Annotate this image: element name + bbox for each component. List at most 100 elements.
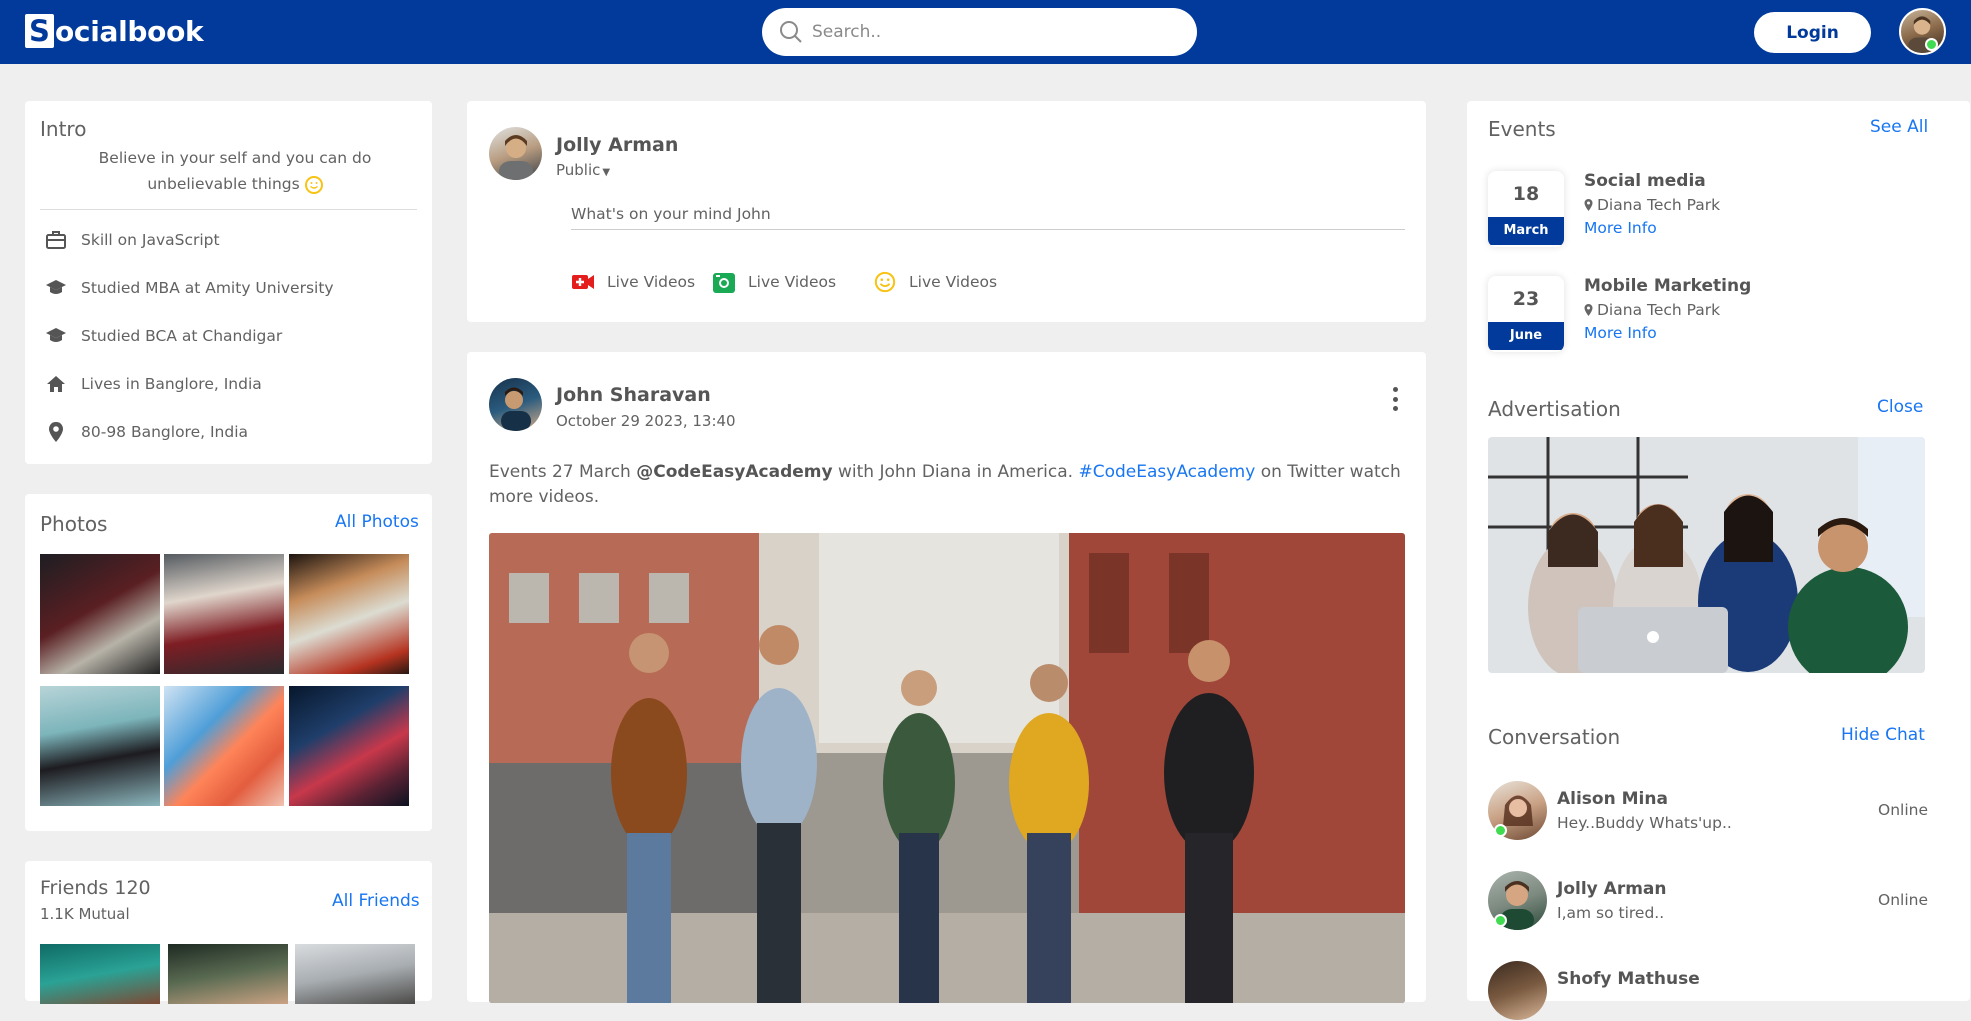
intro-bio-text: Believe in your self and you can do unbe… [98,149,372,193]
photo-thumbnail[interactable] [289,554,409,674]
online-status-dot [1494,914,1507,927]
composer-avatar[interactable] [489,127,542,180]
briefcase-icon [46,231,66,249]
event-location: Diana Tech Park [1584,196,1720,214]
friends-card: Friends 120 1.1K Mutual All Friends [25,861,432,1004]
photos-card: Photos All Photos [25,494,432,831]
online-status-dot [1925,38,1938,51]
hide-chat-link[interactable]: Hide Chat [1841,725,1925,745]
post-author-name[interactable]: John Sharavan [556,384,711,406]
action-label: Live Videos [607,273,696,291]
photos-title: Photos [40,512,108,536]
post-image[interactable] [489,533,1405,1003]
post-options-menu-icon[interactable] [1385,384,1405,414]
post-author-avatar[interactable] [489,378,542,431]
chat-last-message: Hey..Buddy Whats'up.. [1557,814,1732,832]
composer-action-photo[interactable]: Live Videos [712,271,836,293]
event-day: 23 [1512,288,1540,310]
friends-title: Friends 120 [40,877,151,899]
friend-thumbnail[interactable] [40,944,160,1004]
chat-name: Alison Mina [1557,789,1668,809]
graduation-cap-icon [46,328,66,342]
chat-name: Shofy Mathuse [1557,969,1700,989]
location-pin-icon [49,422,63,442]
divider [40,209,417,210]
intro-item-address: 80-98 Banglore, India [45,420,248,444]
intro-title: Intro [40,117,87,141]
privacy-label: Public [556,161,601,179]
user-avatar[interactable] [1899,8,1946,55]
photo-thumbnail[interactable] [40,686,160,806]
chat-avatar [1488,961,1547,1020]
post-text-part: with John Diana in America. [832,462,1079,482]
feed-post: John Sharavan October 29 2023, 13:40 Eve… [467,352,1426,1003]
search-input[interactable] [812,22,1172,42]
action-label: Live Videos [748,273,837,291]
friend-thumbnail[interactable] [168,944,288,1004]
all-photos-link[interactable]: All Photos [335,512,419,532]
intro-item-lives: Lives in Banglore, India [45,372,262,396]
live-video-icon [572,275,594,289]
chat-item[interactable]: Jolly Arman I,am so tired.. Online [1488,871,1928,931]
right-sidebar: Events See All 18 March Social media Dia… [1467,101,1970,1020]
action-label: Live Videos [909,273,998,291]
event-day: 18 [1512,183,1540,205]
friend-thumbnail[interactable] [295,944,415,1004]
intro-item-text: Studied BCA at Chandigar [81,327,283,345]
photo-thumbnail[interactable] [289,686,409,806]
event-title[interactable]: Social media [1584,171,1706,191]
event-more-info-link[interactable]: More Info [1584,324,1657,342]
logo-text: ocialbook [55,14,204,48]
intro-item-text: Skill on JavaScript [81,231,220,249]
search-box[interactable] [762,8,1197,56]
post-text-input[interactable] [571,198,1405,230]
chat-name: Jolly Arman [1557,879,1667,899]
friends-mutual-count: 1.1K Mutual [40,905,130,923]
intro-item-mba: Studied MBA at Amity University [45,276,334,300]
photo-thumbnail[interactable] [164,554,284,674]
chat-item[interactable]: Shofy Mathuse [1488,961,1928,1021]
advertisement-image[interactable] [1488,437,1925,673]
event-title[interactable]: Mobile Marketing [1584,276,1751,296]
photo-thumbnail[interactable] [164,686,284,806]
search-icon [780,21,802,43]
camera-icon [713,273,735,293]
event-location-text: Diana Tech Park [1597,196,1721,214]
login-button[interactable]: Login [1754,12,1871,53]
intro-item-text: Lives in Banglore, India [81,375,262,393]
event-month: June [1488,322,1564,350]
logo[interactable]: S ocialbook [25,13,204,49]
advertisation-title: Advertisation [1488,397,1621,421]
composer-action-live-video[interactable]: Live Videos [571,271,695,293]
post-hashtag[interactable]: #CodeEasyAcademy [1078,462,1255,482]
location-pin-icon [1584,304,1593,316]
event-location: Diana Tech Park [1584,301,1720,319]
intro-item-text: Studied MBA at Amity University [81,279,334,297]
all-friends-link[interactable]: All Friends [332,891,420,911]
events-title: Events [1488,117,1556,141]
post-timestamp: October 29 2023, 13:40 [556,412,736,430]
chat-status: Online [1878,891,1928,909]
graduation-cap-icon [46,280,66,294]
intro-item-bca: Studied BCA at Chandigar [45,324,282,348]
composer-user-name: Jolly Arman [556,134,679,156]
chat-status: Online [1878,801,1928,819]
home-icon [47,376,65,392]
chat-last-message: I,am so tired.. [1557,904,1665,922]
composer-action-feeling[interactable]: Live Videos [873,271,997,293]
post-mention[interactable]: @CodeEasyAcademy [636,462,832,482]
chat-item[interactable]: Alison Mina Hey..Buddy Whats'up.. Online [1488,781,1928,841]
photo-thumbnail[interactable] [40,554,160,674]
event-date-badge: 18 March [1488,171,1564,247]
intro-item-text: 80-98 Banglore, India [81,423,249,441]
post-text-part: Events 27 March [489,462,637,482]
privacy-selector[interactable]: Public ▼ [556,161,610,179]
top-navbar: S ocialbook Login [0,0,1971,64]
post-body-text: Events 27 March @CodeEasyAcademy with Jo… [489,460,1409,510]
event-more-info-link[interactable]: More Info [1584,219,1657,237]
intro-item-skill: Skill on JavaScript [45,228,220,252]
see-all-events-link[interactable]: See All [1870,117,1928,137]
smiley-icon [874,271,896,293]
close-ad-link[interactable]: Close [1877,397,1923,417]
smiley-icon [304,175,323,194]
